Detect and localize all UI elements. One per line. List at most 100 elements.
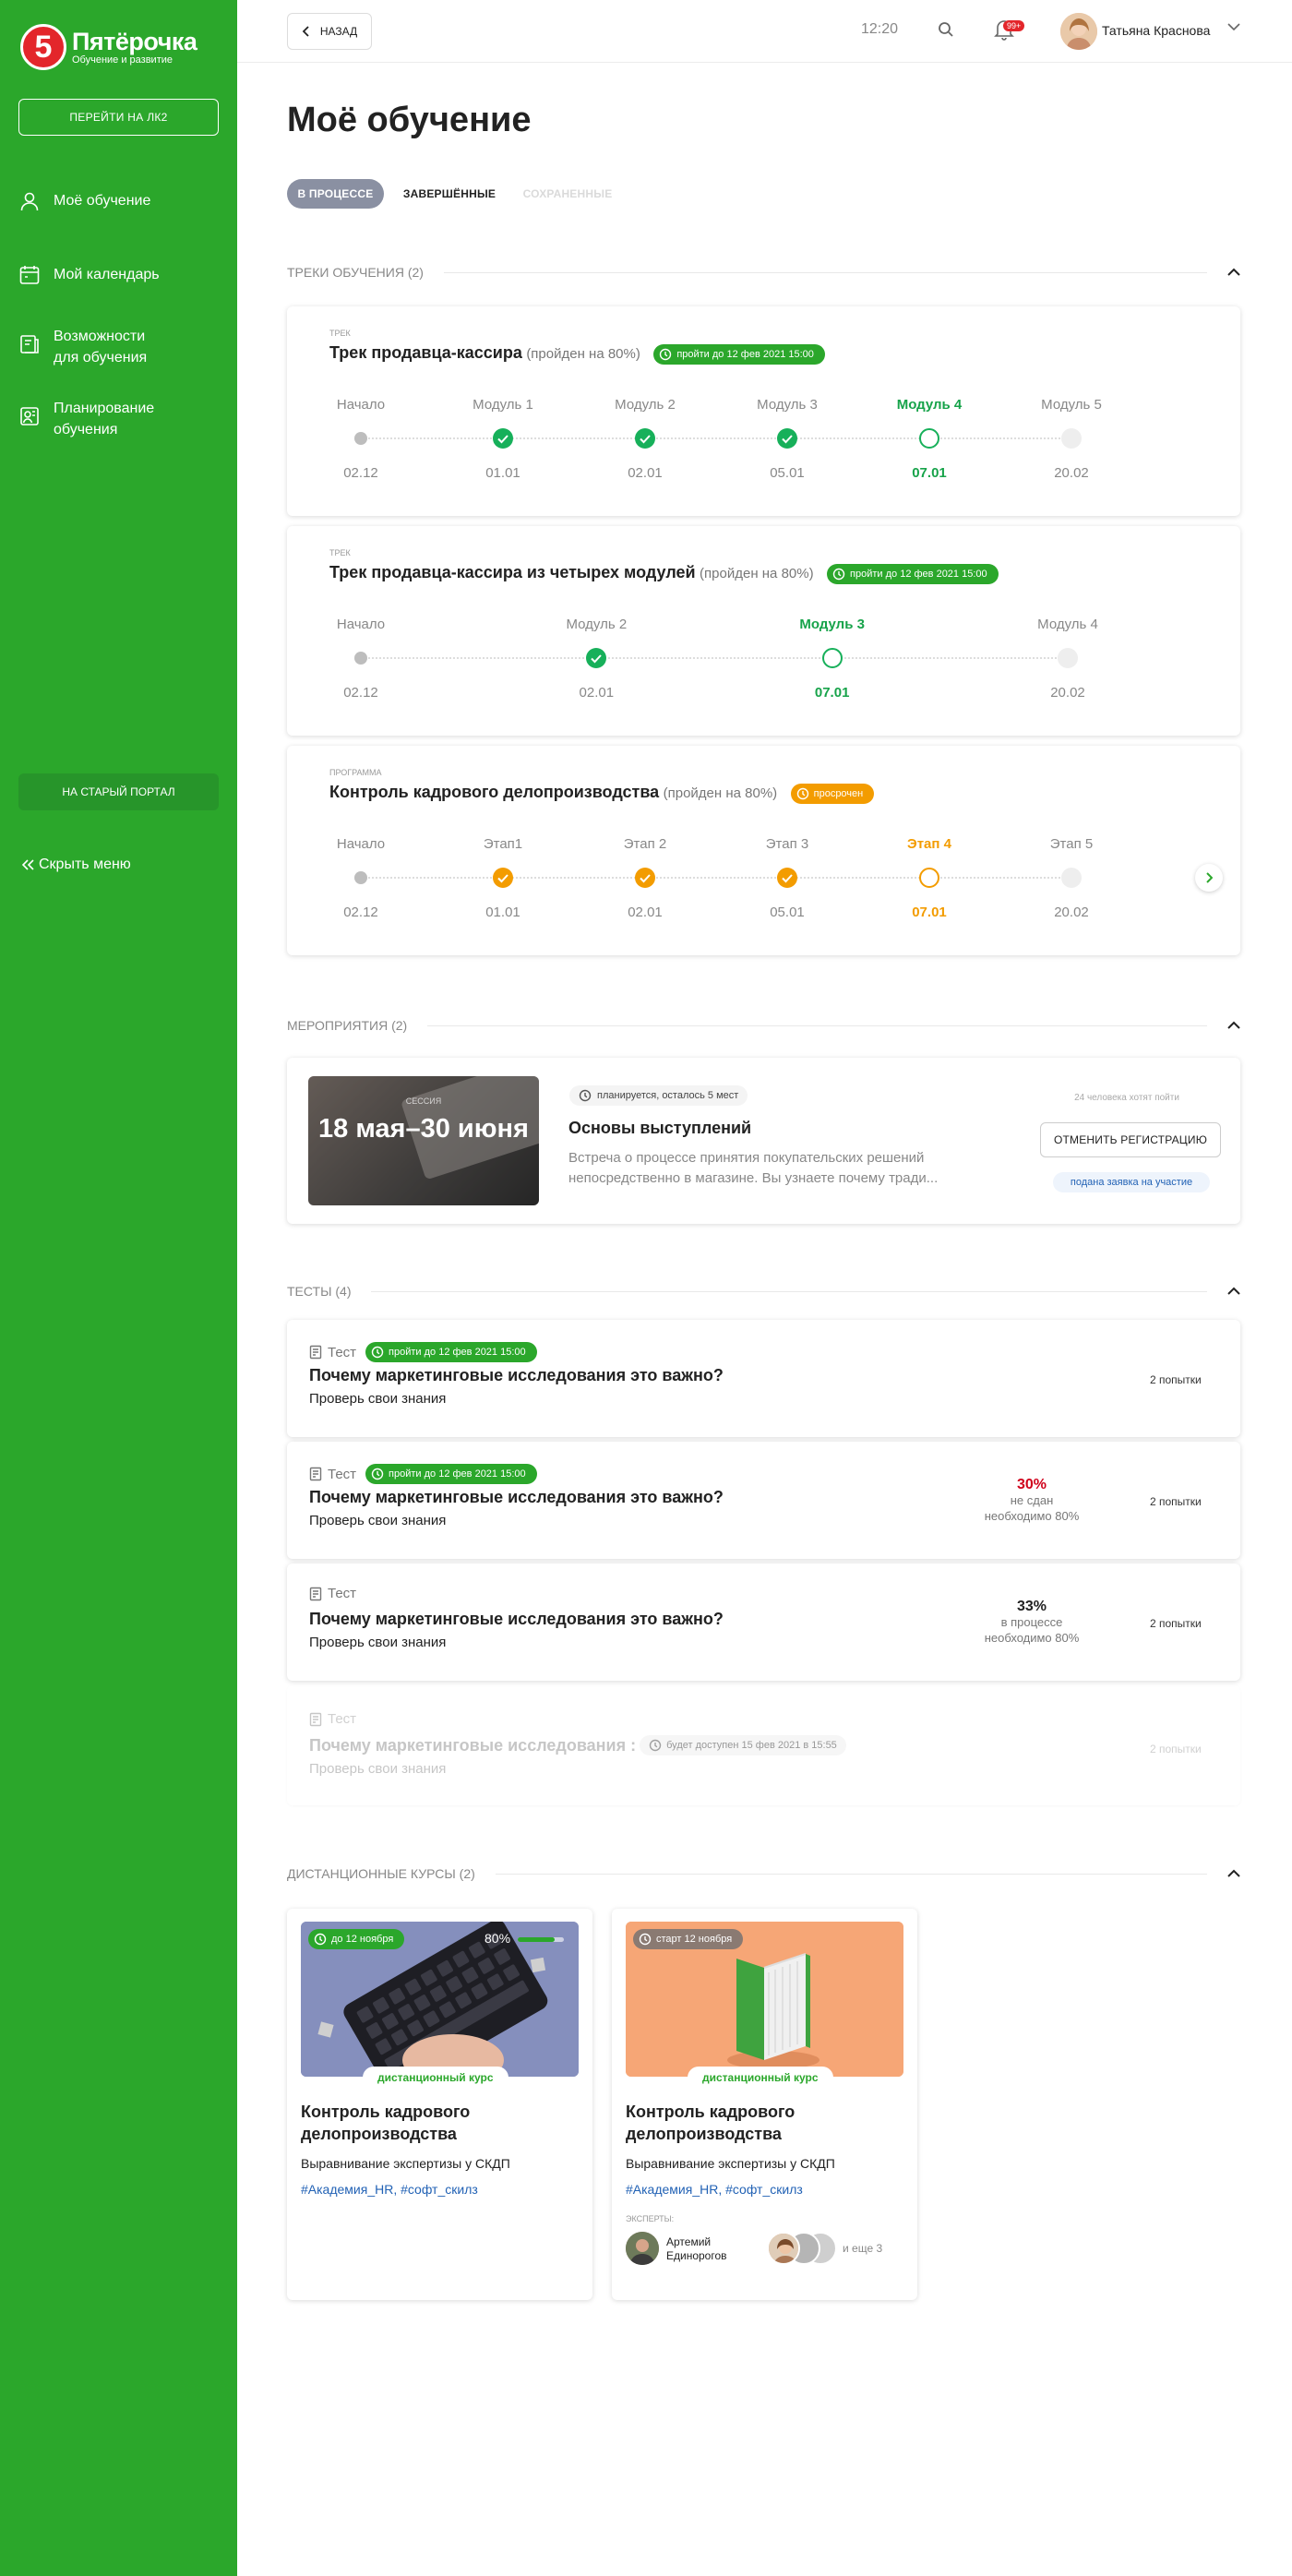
stage-label[interactable]: Начало (305, 836, 416, 852)
test-title[interactable]: Почему маркетинговые исследования это ва… (309, 1488, 724, 1507)
document-icon (309, 1587, 322, 1600)
stage-current-dot[interactable] (821, 648, 843, 668)
track-stages: Начало 02.12 Этап1 01.01 Этап 2 02.01 Этап 3 05… (287, 746, 1240, 955)
scroll-right-button[interactable] (1195, 864, 1223, 892)
stage-label[interactable]: Модуль 3 (732, 397, 843, 413)
clock-icon (579, 1089, 592, 1102)
check-icon[interactable] (777, 868, 797, 888)
course-hashtags[interactable]: #Академия_HR, #софт_скилз (626, 2182, 803, 2197)
event-status: планируется, осталось 5 мест (569, 1085, 748, 1106)
chevron-up-icon[interactable] (1227, 1869, 1240, 1878)
stage-start-dot[interactable] (354, 432, 367, 445)
event-title[interactable]: Основы выступлений (568, 1119, 751, 1138)
program-card[interactable]: ПРОГРАММА Контроль кадрового делопроизво… (287, 746, 1240, 955)
sidebar-item-planning[interactable]: Планирование обучения (18, 398, 157, 440)
expert-avatar[interactable] (767, 2232, 800, 2265)
stage-label[interactable]: Модуль 5 (1016, 397, 1127, 413)
stage-label[interactable]: Этап 2 (590, 836, 700, 852)
course-card[interactable]: до 12 ноября 80% дистанционный курс Конт… (287, 1909, 592, 2300)
cancel-registration-button[interactable]: ОТМЕНИТЬ РЕГИСТРАЦИЮ (1040, 1122, 1221, 1157)
stage-label[interactable]: Этап 5 (1016, 836, 1127, 852)
user-name[interactable]: Татьяна Краснова (1102, 23, 1210, 38)
test-card[interactable]: Тест Почему маркетинговые исследования э… (287, 1564, 1240, 1681)
double-chevron-left-icon (21, 859, 34, 870)
stage-label[interactable]: Модуль 3 (777, 617, 888, 632)
hide-menu-button[interactable]: Скрыть меню (20, 857, 131, 873)
stage-start-dot[interactable] (354, 652, 367, 665)
test-score: 30% (1016, 1477, 1047, 1492)
sidebar-item-my-learning[interactable]: Моё обучение (18, 190, 150, 212)
stage-label[interactable]: Модуль 2 (590, 397, 700, 413)
stage-current-dot[interactable] (919, 428, 939, 449)
more-experts[interactable]: и еще 3 (843, 2242, 882, 2255)
check-icon[interactable] (777, 428, 797, 449)
check-icon[interactable] (493, 428, 513, 449)
stage-date: 20.02 (1054, 465, 1089, 481)
stage-date: 01.01 (485, 905, 520, 920)
stage-label[interactable]: Модуль 4 (1012, 617, 1123, 632)
stage-label[interactable]: Начало (305, 397, 416, 413)
check-icon[interactable] (635, 868, 655, 888)
stage-label[interactable]: Модуль 2 (541, 617, 652, 632)
courses-section-header[interactable]: ДИСТАНЦИОННЫЕ КУРСЫ (2) (287, 1864, 1240, 1883)
stage-label[interactable]: Этап 4 (874, 836, 985, 852)
test-subtitle: Проверь свои знания (309, 1513, 447, 1528)
tab-saved[interactable]: СОХРАНЕННЫЕ (513, 179, 622, 209)
expert-avatar[interactable] (626, 2232, 659, 2265)
check-icon[interactable] (635, 428, 655, 449)
user-icon (20, 192, 39, 211)
old-portal-button[interactable]: НА СТАРЫЙ ПОРТАЛ (18, 773, 219, 810)
test-title[interactable]: Почему маркетинговые исследования это ва… (309, 1610, 724, 1629)
course-hashtags[interactable]: #Академия_HR, #софт_скилз (301, 2182, 478, 2197)
document-icon (309, 1467, 322, 1481)
stage-future-dot[interactable] (1058, 648, 1078, 668)
stage-label[interactable]: Модуль 4 (874, 397, 985, 413)
tab-completed[interactable]: ЗАВЕРШЁННЫЕ (391, 179, 508, 209)
stage-date: 20.02 (1050, 685, 1085, 701)
track-card[interactable]: ТРЕК Трек продавца-кассира из четырех мо… (287, 526, 1240, 736)
search-icon[interactable] (937, 20, 955, 39)
stage-label[interactable]: Модуль 1 (448, 397, 558, 413)
hide-menu-label: Скрыть меню (39, 857, 131, 872)
stage-label[interactable]: Этап1 (448, 836, 558, 852)
sidebar-item-calendar[interactable]: Мой календарь (18, 264, 160, 286)
check-icon[interactable] (493, 868, 513, 888)
event-card[interactable]: СЕССИЯ 18 мая–30 июня планируется, остал… (287, 1058, 1240, 1224)
chevron-up-icon[interactable] (1227, 1287, 1240, 1296)
stage-label[interactable]: Начало (305, 617, 416, 632)
deadline-pill: до 12 ноября (308, 1929, 405, 1949)
stage-future-dot[interactable] (1061, 428, 1082, 449)
events-section-header[interactable]: МЕРОПРИЯТИЯ (2) (287, 1016, 1240, 1035)
test-title[interactable]: Почему маркетинговые исследования это ва… (309, 1366, 724, 1385)
course-card[interactable]: старт 12 ноября дистанционный курс Контр… (612, 1909, 917, 2300)
test-card[interactable]: Тест пройти до 12 фев 2021 15:00 Почему … (287, 1320, 1240, 1437)
track-stages: Начало 02.12 Модуль 2 02.01 Модуль 3 07.01 Мод… (287, 526, 1240, 736)
course-title[interactable]: Контроль кадрового делопроизводства (626, 2101, 893, 2145)
stage-label[interactable]: Этап 3 (732, 836, 843, 852)
section-title: ДИСТАНЦИОННЫЕ КУРСЫ (2) (287, 1866, 475, 1881)
stage-start-dot[interactable] (354, 871, 367, 884)
sidebar-item-opportunities[interactable]: Возможности для обучения (18, 326, 157, 368)
chevron-up-icon[interactable] (1227, 268, 1240, 277)
logo-subtitle: Обучение и развитие (72, 54, 173, 66)
test-card-locked: Тест Почему маркетинговые исследования :… (287, 1685, 1240, 1805)
chevron-down-icon[interactable] (1227, 22, 1240, 31)
check-icon[interactable] (586, 648, 607, 668)
chevron-up-icon[interactable] (1227, 1021, 1240, 1030)
back-button[interactable]: НАЗАД (287, 13, 372, 50)
tests-section-header[interactable]: ТЕСТЫ (4) (287, 1282, 1240, 1300)
track-card[interactable]: ТРЕК Трек продавца-кассира (пройден на 8… (287, 306, 1240, 516)
avatar[interactable] (1060, 13, 1097, 50)
logo[interactable]: 5 Пятёрочка Обучение и развитие (20, 24, 197, 70)
tracks-section-header[interactable]: ТРЕКИ ОБУЧЕНИЯ (2) (287, 263, 1240, 282)
test-subtitle: Проверь свои знания (309, 1391, 447, 1407)
course-title[interactable]: Контроль кадрового делопроизводства (301, 2101, 568, 2145)
stage-future-dot[interactable] (1061, 868, 1082, 888)
attempts-count: 2 попытки (1150, 1617, 1202, 1630)
go-lk2-button[interactable]: ПЕРЕЙТИ НА ЛК2 (18, 99, 219, 136)
stage-current-dot[interactable] (919, 868, 939, 888)
expert-name[interactable]: Артемий Единорогов (666, 2235, 768, 2263)
tab-in-progress[interactable]: В ПРОЦЕССЕ (287, 179, 384, 209)
course-progress-fill (518, 1937, 555, 1942)
test-card[interactable]: Тест пройти до 12 фев 2021 15:00 Почему … (287, 1442, 1240, 1559)
